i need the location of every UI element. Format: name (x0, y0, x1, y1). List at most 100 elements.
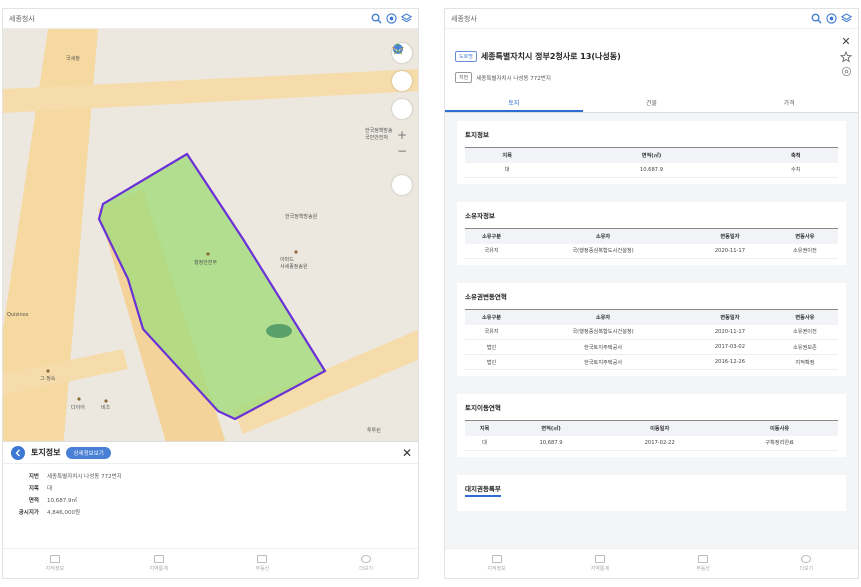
nav-item-stats[interactable]: 지역통계 (107, 549, 211, 578)
land-info-card: 토지정보 지목 면적(㎡) 축척 대 10,687.9 수치 (457, 121, 846, 184)
building-icon (698, 555, 709, 563)
right-screen: 세종청사 도로명 세종특별자치시 정부2청사로 13(나성동) 지번 세종특별자… (444, 8, 859, 579)
table-header: 변동일자 (688, 228, 772, 244)
location-icon[interactable] (826, 13, 837, 24)
table-cell: 대 (465, 435, 504, 451)
road-address-badge: 도로명 (455, 51, 477, 62)
info-value: 4,846,000원 (47, 510, 81, 516)
table-row: 법인 한국토지주택공사 2017-03-02 소유권보존 (465, 339, 838, 355)
chevron-left-icon (15, 449, 20, 456)
poi-icon[interactable] (77, 397, 81, 401)
close-icon[interactable]: ✕ (841, 35, 850, 48)
table-row: 대 10,687.9 수치 (465, 162, 838, 178)
education-button[interactable] (392, 45, 412, 195)
jibun-badge: 지번 (455, 72, 473, 83)
layers-icon[interactable] (401, 13, 412, 24)
search-icon[interactable] (371, 13, 382, 24)
info-value: 대 (47, 486, 53, 492)
nav-item-stats[interactable]: 지역통계 (548, 549, 651, 578)
tab-building[interactable]: 건물 (583, 95, 721, 112)
land-move-table: 지목 면적(㎡) 이동일자 이동사유 대 10,687.9 2017-02-22… (465, 420, 838, 451)
street-view-button[interactable] (392, 44, 412, 119)
close-icon[interactable]: ✕ (402, 446, 412, 460)
nav-item-realestate[interactable]: 부동산 (652, 549, 755, 578)
section-title: 토지이동연혁 (465, 404, 501, 412)
table-cell: 2017-02-22 (598, 435, 722, 451)
left-screen: 세종청사 국세청 한국정책방송 국민안전처 한국정책방송원 아마드 사세종정송원… (2, 8, 419, 579)
info-key: 공시지가 (18, 510, 39, 516)
table-cell: 한국토지주택공사 (517, 339, 689, 355)
nav-item-cadastral[interactable]: 지적정보 (3, 549, 107, 578)
table-cell: 대 (465, 162, 550, 178)
map-canvas[interactable] (3, 29, 419, 449)
detail-panel[interactable]: 도로명 세종특별자치시 정부2청사로 13(나성동) 지번 세종특별자치시 나성… (445, 29, 858, 548)
map-view[interactable]: 국세청 한국정책방송 국민안전처 한국정책방송원 아마드 사세종정송원 행정안전… (3, 29, 419, 449)
nav-item-realestate[interactable]: 부동산 (211, 549, 315, 578)
info-key: 지목 (28, 486, 39, 492)
table-header: 이동일자 (598, 420, 722, 436)
map-label: 한국정책방송원 (285, 214, 318, 220)
location-pin-icon[interactable] (841, 66, 852, 77)
graduation-cap-icon (393, 45, 403, 53)
table-header: 면적(㎡) (503, 420, 599, 436)
table-header: 변동사유 (771, 309, 838, 325)
tab-land[interactable]: 토지 (445, 95, 583, 112)
poi-icon[interactable] (206, 252, 210, 256)
table-cell: 국(행정중심복합도시건설청) (517, 324, 689, 340)
sheet-title: 토지정보 (31, 448, 61, 457)
table-cell: 법인 (465, 339, 518, 355)
info-value: 세종특별자치시 나성동 772번지 (47, 474, 122, 480)
star-icon[interactable] (840, 51, 852, 63)
info-row: 면적 10,687.9㎡ (13, 494, 410, 506)
zoom-in-button[interactable]: + (397, 127, 407, 143)
top-bar: 세종청사 (3, 9, 418, 29)
back-button[interactable] (11, 445, 25, 460)
section-title: 대지권등록부 (465, 483, 501, 497)
nav-label: 지적정보 (45, 566, 65, 572)
location-icon[interactable] (386, 13, 397, 24)
header-actions: ✕ (840, 35, 852, 77)
nav-item-more[interactable]: 더보기 (314, 549, 418, 578)
table-header: 변동일자 (688, 309, 772, 325)
poi-icon[interactable] (46, 369, 50, 373)
detail-tabs: 토지 건물 가격 (445, 95, 858, 113)
poi-icon[interactable] (104, 399, 108, 403)
table-cell: 지적확정 (771, 354, 838, 370)
table-cell: 2020-11-17 (688, 324, 772, 340)
table-row: 국유지 국(행정중심복합도시건설청) 2020-11-17 소유권이전 (465, 243, 838, 259)
section-title: 소유권변동연혁 (465, 293, 507, 301)
table-header: 소유자 (517, 309, 689, 325)
table-cell: 소유권보존 (771, 339, 838, 355)
info-value: 10,687.9㎡ (47, 498, 77, 504)
table-cell: 구획정리완료 (721, 435, 838, 451)
map-controls: + − (392, 43, 412, 195)
layers-icon[interactable] (841, 13, 852, 24)
nav-item-cadastral[interactable]: 지적정보 (445, 549, 548, 578)
table-header: 소유구분 (465, 228, 518, 244)
nav-item-more[interactable]: 더보기 (755, 549, 858, 578)
owner-info-card: 소유자정보 소유구분 소유자 변동일자 변동사유 국유지 국(행정중심복합도시건… (457, 202, 846, 265)
zoom-out-button[interactable]: − (397, 143, 407, 159)
nav-label: 지역통계 (149, 566, 168, 572)
table-cell: 국유지 (465, 324, 518, 340)
bottom-nav: 지적정보 지역통계 부동산 더보기 (3, 548, 418, 578)
favorite-button[interactable] (392, 43, 412, 91)
search-icon[interactable] (811, 13, 822, 24)
table-cell: 2017-03-02 (688, 339, 772, 355)
road-address: 세종특별자치시 정부2청사로 13(나성동) (480, 52, 621, 61)
nav-label: 부동산 (696, 566, 711, 572)
detail-info-button[interactable]: 상세정보보기 (66, 446, 111, 459)
address-header: 도로명 세종특별자치시 정부2청사로 13(나성동) 지번 세종특별자치시 나성… (445, 29, 858, 113)
table-header: 지목 (465, 420, 504, 436)
poi-icon[interactable] (294, 250, 298, 254)
map-label: 행정안전부 (194, 260, 218, 266)
nav-label: 더보기 (359, 566, 374, 572)
table-header: 이동사유 (721, 420, 838, 436)
table-cell: 10,687.9 (549, 162, 754, 178)
info-row: 지번 세종특별자치시 나성동 772번지 (13, 470, 410, 482)
map-label: 다이어 (71, 405, 85, 411)
info-row: 지목 대 (13, 482, 410, 494)
nav-label: 지적정보 (487, 566, 506, 572)
table-row: 법인 한국토지주택공사 2016-12-26 지적확정 (465, 354, 838, 370)
tab-price[interactable]: 가격 (720, 95, 858, 112)
